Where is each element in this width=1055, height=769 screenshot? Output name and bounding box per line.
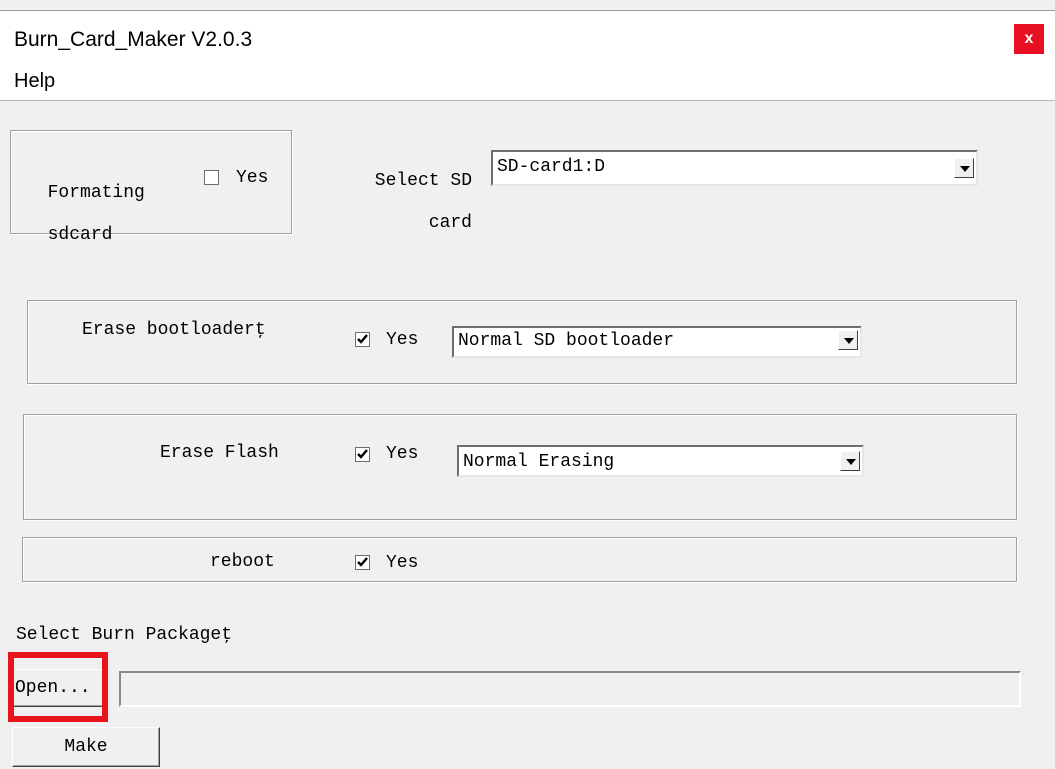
format-label-line1: Formating xyxy=(47,183,145,203)
burn-package-label: Select Burn Packageţ xyxy=(16,625,233,645)
bootloader-dropdown-arrow[interactable] xyxy=(838,330,858,350)
menu-help[interactable]: Help xyxy=(14,70,55,93)
reboot-checkbox[interactable] xyxy=(355,555,370,570)
sd-select-label-line1: Select SD xyxy=(374,171,472,191)
checkmark-icon xyxy=(357,557,368,567)
checkmark-icon xyxy=(357,449,368,459)
format-checkbox[interactable] xyxy=(204,170,219,185)
reboot-group xyxy=(22,537,1017,582)
menu-separator xyxy=(0,100,1055,101)
make-button-label: Make xyxy=(64,737,108,757)
reboot-yes-label[interactable]: Yes xyxy=(386,553,418,574)
close-button[interactable]: x xyxy=(1014,24,1044,54)
erase-flash-yes-label[interactable]: Yes xyxy=(386,444,418,465)
erase-mode-dropdown-arrow[interactable] xyxy=(840,451,860,471)
chevron-down-icon xyxy=(844,338,854,344)
erase-bootloader-label: Erase bootloaderţ xyxy=(82,320,266,340)
make-button[interactable]: Make xyxy=(12,727,160,767)
sd-select-label-line2: card xyxy=(428,213,472,233)
menu-bar: Help xyxy=(0,66,1055,100)
erase-mode-value: Normal Erasing xyxy=(463,452,615,472)
chevron-down-icon xyxy=(846,459,856,465)
format-yes-label[interactable]: Yes xyxy=(236,168,268,189)
bootloader-dropdown[interactable]: Normal SD bootloader xyxy=(452,326,862,358)
erase-bootloader-checkbox[interactable] xyxy=(355,332,370,347)
format-label-line2: sdcard xyxy=(47,225,113,245)
sd-select-label: Select SD card xyxy=(330,150,472,234)
reboot-label: reboot xyxy=(210,552,275,572)
erase-flash-checkbox[interactable] xyxy=(355,447,370,462)
chevron-down-icon xyxy=(960,166,970,172)
erase-bootloader-yes-label[interactable]: Yes xyxy=(386,330,418,351)
erase-mode-dropdown[interactable]: Normal Erasing xyxy=(457,445,864,477)
erase-flash-label: Erase Flash xyxy=(160,443,279,463)
package-path-field[interactable] xyxy=(119,671,1021,707)
window-title: Burn_Card_Maker V2.0.3 xyxy=(14,28,253,51)
format-label: Formating sdcard xyxy=(26,162,145,246)
sd-card-dropdown-arrow[interactable] xyxy=(954,158,974,178)
sd-card-dropdown[interactable]: SD-card1:D xyxy=(491,150,978,186)
checkmark-icon xyxy=(357,334,368,344)
bootloader-value: Normal SD bootloader xyxy=(458,331,675,351)
sd-card-value: SD-card1:D xyxy=(497,157,606,177)
open-button-highlight xyxy=(8,652,108,722)
